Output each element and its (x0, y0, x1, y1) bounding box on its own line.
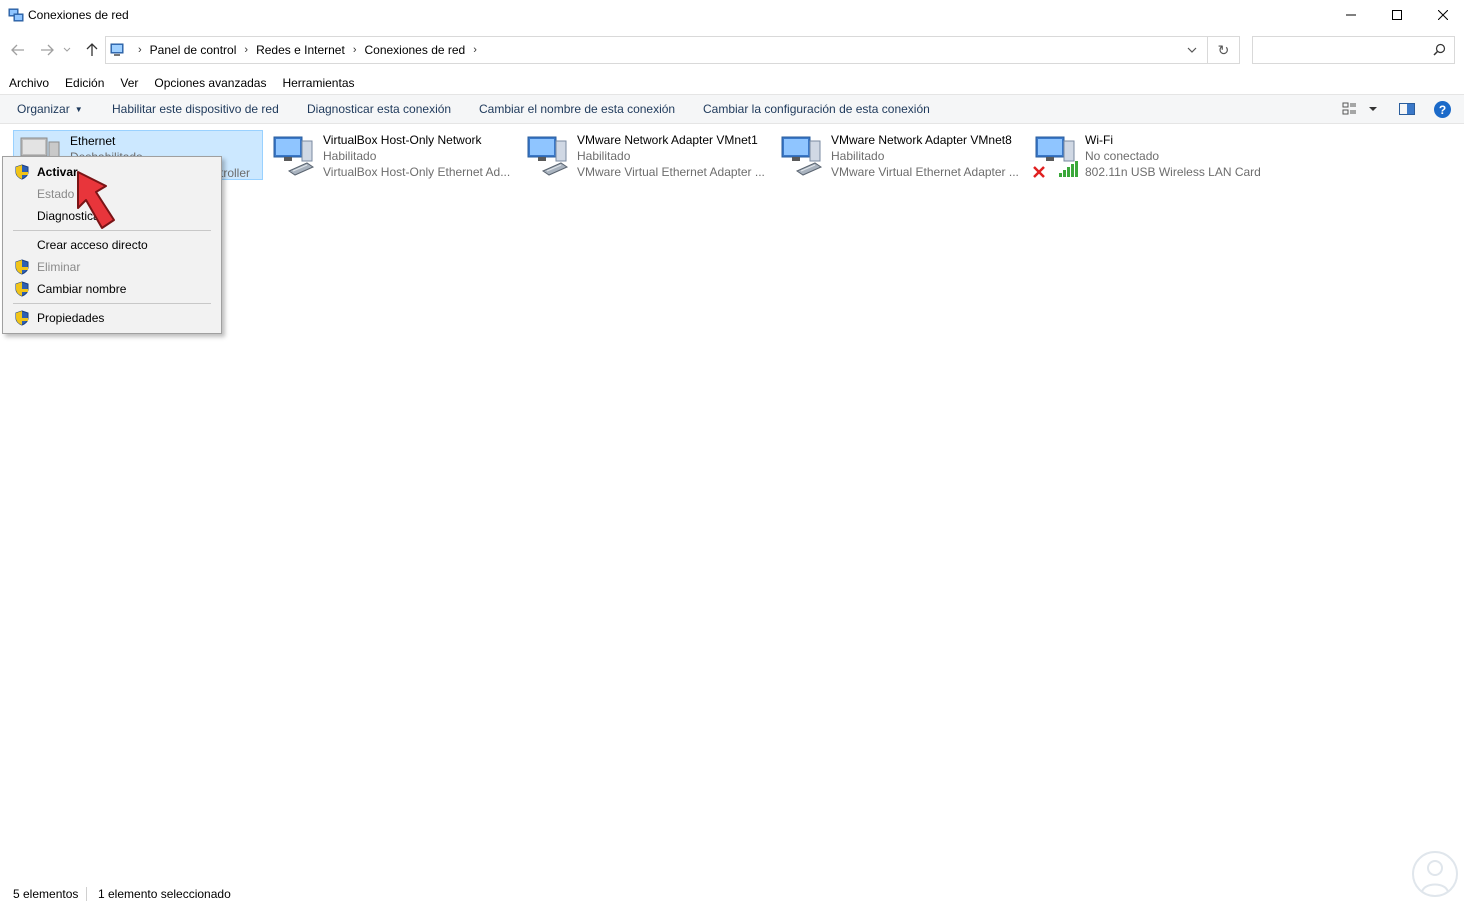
close-icon (1438, 10, 1448, 20)
breadcrumb-network-internet[interactable]: Redes e Internet (256, 43, 345, 57)
connection-device: VMware Virtual Ethernet Adapter ... (831, 165, 1019, 179)
connection-status: No conectado (1085, 149, 1160, 163)
menu-edicion[interactable]: Edición (65, 76, 104, 90)
item-count: 5 elementos (13, 887, 79, 901)
close-button[interactable] (1420, 0, 1464, 30)
connection-vmnet1[interactable]: VMware Network Adapter VMnet1 Habilitado… (521, 130, 771, 180)
search-input[interactable] (1253, 37, 1423, 63)
forward-button[interactable] (37, 40, 57, 60)
window-title: Conexiones de red (28, 8, 129, 22)
back-arrow-icon (11, 44, 24, 56)
back-button[interactable] (8, 40, 28, 60)
connection-device: 802.11n USB Wireless LAN Card (1085, 165, 1261, 179)
connection-name: Ethernet (70, 134, 116, 148)
breadcrumb-separator[interactable]: › (244, 44, 248, 56)
breadcrumb-separator: › (138, 44, 142, 56)
menu-item-cambiar-nombre[interactable]: Cambiar nombre (3, 278, 221, 300)
menu-item-eliminar[interactable]: Eliminar (3, 256, 221, 278)
preview-pane-button[interactable] (1398, 101, 1416, 120)
minimize-icon (1346, 14, 1356, 16)
details-view-icon (1342, 102, 1377, 115)
address-bar[interactable]: › Panel de control › Redes e Internet › … (105, 36, 1240, 64)
up-button[interactable] (82, 40, 102, 60)
connection-device: troller (220, 166, 251, 180)
menu-item-label: Eliminar (37, 260, 81, 274)
diagnose-connection-button[interactable]: Diagnosticar esta conexión (307, 102, 451, 116)
breadcrumb-network-connections[interactable]: Conexiones de red (364, 43, 465, 57)
minimize-button[interactable] (1328, 0, 1374, 30)
change-view-button[interactable] (1342, 101, 1380, 120)
menu-archivo[interactable]: Archivo (9, 76, 49, 90)
preview-pane-icon (1399, 103, 1415, 115)
uac-shield-icon (15, 281, 29, 297)
menu-bar: Archivo Edición Ver Opciones avanzadas H… (0, 72, 1464, 94)
connection-vmnet8[interactable]: VMware Network Adapter VMnet8 Habilitado… (775, 130, 1025, 180)
refresh-button[interactable]: ↻ (1207, 37, 1239, 63)
uac-shield-icon (15, 164, 29, 180)
breadcrumb-separator[interactable]: › (473, 44, 477, 56)
refresh-icon: ↻ (1217, 41, 1230, 58)
control-panel-icon (110, 43, 124, 56)
breadcrumb: › Panel de control › Redes e Internet › … (130, 37, 485, 63)
watermark-logo (1412, 851, 1458, 897)
up-arrow-icon (86, 43, 98, 56)
menu-item-label: Cambiar nombre (37, 282, 127, 296)
enable-device-button[interactable]: Habilitar este dispositivo de red (112, 102, 279, 116)
breadcrumb-control-panel[interactable]: Panel de control (150, 43, 237, 57)
uac-shield-icon (15, 310, 29, 326)
menu-separator (13, 303, 211, 304)
search-icon (1433, 43, 1446, 56)
help-button[interactable]: ? (1434, 101, 1451, 118)
connection-virtualbox[interactable]: VirtualBox Host-Only Network Habilitado … (267, 130, 517, 180)
menu-opciones-avanzadas[interactable]: Opciones avanzadas (154, 76, 266, 90)
status-separator (86, 887, 87, 901)
menu-item-label: Crear acceso directo (37, 238, 148, 252)
organize-button[interactable]: Organizar ▼ (17, 102, 83, 116)
connection-name: VirtualBox Host-Only Network (323, 133, 482, 147)
selection-count: 1 elemento seleccionado (98, 887, 231, 901)
connection-name: VMware Network Adapter VMnet1 (577, 133, 758, 147)
connection-device: VMware Virtual Ethernet Adapter ... (577, 165, 765, 179)
menu-item-label: Propiedades (37, 311, 105, 325)
title-bar: Conexiones de red (0, 0, 1464, 30)
menu-item-crear-acceso-directo[interactable]: Crear acceso directo (3, 234, 221, 256)
network-adapter-icon (527, 136, 569, 176)
address-history-chevron-icon[interactable] (1185, 43, 1199, 57)
search-box[interactable] (1252, 36, 1455, 64)
status-bar: 5 elementos 1 elemento seleccionado (0, 884, 1464, 906)
chevron-down-icon (63, 47, 71, 52)
network-adapter-icon (781, 136, 823, 176)
address-row: › Panel de control › Redes e Internet › … (0, 34, 1464, 66)
connection-status: Habilitado (577, 149, 631, 163)
recent-locations-button[interactable] (61, 40, 73, 60)
red-pointer-arrow-icon (77, 171, 115, 229)
menu-ver[interactable]: Ver (120, 76, 138, 90)
maximize-icon (1392, 10, 1402, 20)
breadcrumb-separator[interactable]: › (353, 44, 357, 56)
network-adapter-icon (273, 136, 315, 176)
help-icon: ? (1438, 102, 1447, 117)
connection-wifi[interactable]: Wi-Fi No conectado 802.11n USB Wireless … (1029, 130, 1269, 180)
menu-item-propiedades[interactable]: Propiedades (3, 307, 221, 329)
organize-label: Organizar (17, 102, 70, 116)
network-connections-app-icon (8, 8, 24, 22)
uac-shield-icon (15, 259, 29, 275)
connection-name: Wi-Fi (1085, 133, 1113, 147)
menu-herramientas[interactable]: Herramientas (282, 76, 354, 90)
dropdown-arrow-icon: ▼ (74, 105, 83, 114)
connection-status: Habilitado (831, 149, 885, 163)
connection-status: Habilitado (323, 149, 377, 163)
forward-arrow-icon (41, 44, 54, 56)
connection-name: VMware Network Adapter VMnet8 (831, 133, 1012, 147)
disconnected-x-icon (1033, 166, 1045, 178)
maximize-button[interactable] (1374, 0, 1420, 30)
command-bar: Organizar ▼ Habilitar este dispositivo de… (0, 94, 1464, 124)
change-settings-button[interactable]: Cambiar la configuración de esta conexió… (703, 102, 930, 116)
rename-connection-button[interactable]: Cambiar el nombre de esta conexión (479, 102, 675, 116)
connection-device: VirtualBox Host-Only Ethernet Ad... (323, 165, 511, 179)
